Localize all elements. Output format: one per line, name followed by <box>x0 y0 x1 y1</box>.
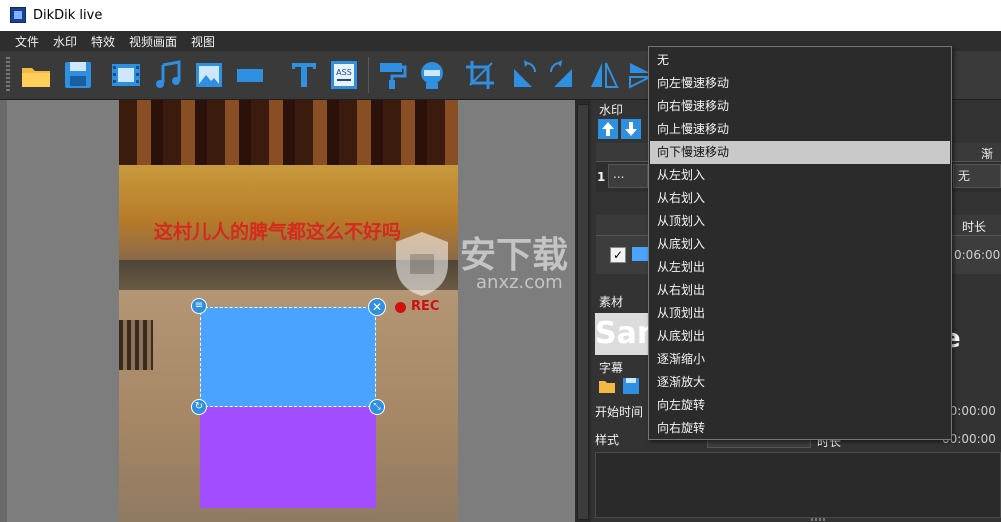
track-row-index: 1 <box>597 170 606 184</box>
panel-resize-grip[interactable] <box>811 518 825 521</box>
clip-duration-value: 0:06:000 <box>954 248 1001 262</box>
left-edge-panel <box>0 100 7 522</box>
dropdown-option[interactable]: 从右划出 <box>650 279 950 302</box>
subtitle-text-area[interactable] <box>595 452 1001 518</box>
clip-color-swatch <box>632 247 648 261</box>
dropdown-option[interactable]: 从底划出 <box>650 325 950 348</box>
subtitle-open-folder-icon[interactable] <box>598 377 616 395</box>
window-title: DikDik live <box>33 8 103 23</box>
motion-effect-dropdown[interactable]: 无向左慢速移动 向右慢速移动 向上慢速移动 向下慢速移动 从左划入 从右划入 从顶划入 从底划… <box>648 46 952 440</box>
dropdown-option[interactable]: 向左慢速移动 <box>650 72 950 95</box>
flip-horizontal-icon[interactable] <box>588 59 620 91</box>
material-preview[interactable]: Sam <box>595 313 649 355</box>
shield-logo-icon <box>396 232 448 296</box>
purple-rectangle-overlay[interactable] <box>200 407 376 508</box>
subtitle-save-icon[interactable] <box>622 377 640 395</box>
dropdown-option[interactable]: 向上慢速移动 <box>650 118 950 141</box>
toolbar-grip[interactable] <box>6 57 10 93</box>
dropdown-option[interactable]: 无 <box>650 49 950 72</box>
close-handle-icon[interactable]: ✕ <box>368 298 386 316</box>
rotate-handle-icon[interactable]: ↻ <box>191 399 207 415</box>
clip-enabled-checkbox[interactable]: ✓ <box>610 247 626 263</box>
image-icon[interactable] <box>193 59 225 91</box>
menu-video-frame[interactable]: 视频画面 <box>129 33 177 50</box>
mask-icon[interactable] <box>416 59 448 91</box>
menu-effects[interactable]: 特效 <box>91 33 115 50</box>
rectangle-icon[interactable] <box>235 59 267 91</box>
dropdown-option[interactable]: 逐渐缩小 <box>650 348 950 371</box>
paint-roller-icon[interactable] <box>376 59 408 91</box>
dropdown-option[interactable]: 从左划出 <box>650 256 950 279</box>
dropdown-option[interactable]: 向右旋转 <box>650 417 950 440</box>
start-time-label: 开始时间 <box>595 405 644 419</box>
film-icon[interactable] <box>110 59 142 91</box>
menu-view[interactable]: 视图 <box>191 33 215 50</box>
dropdown-option[interactable]: 向左旋转 <box>650 394 950 417</box>
menu-watermark[interactable]: 水印 <box>53 33 77 50</box>
panel-splitter[interactable] <box>575 100 591 522</box>
subtitle-ass-icon[interactable]: ASS <box>328 59 360 91</box>
app-icon <box>10 7 26 23</box>
track-type-combo[interactable]: ... <box>608 164 648 188</box>
folder-open-icon[interactable] <box>20 59 52 91</box>
style-label: 样式 <box>595 433 620 447</box>
move-up-icon[interactable] <box>598 119 618 139</box>
dropdown-option[interactable]: 从左划入 <box>650 164 950 187</box>
menu-file[interactable]: 文件 <box>15 33 39 50</box>
text-icon[interactable] <box>288 59 320 91</box>
title-bar: DikDik live <box>0 0 1001 31</box>
video-roof-texture <box>119 100 458 165</box>
music-icon[interactable] <box>152 59 184 91</box>
video-window <box>119 320 153 370</box>
save-icon[interactable] <box>62 59 94 91</box>
duration-column-header: 时长 <box>962 220 987 234</box>
dropdown-option[interactable]: 向右慢速移动 <box>650 95 950 118</box>
rotate-right-icon[interactable] <box>548 59 580 91</box>
crop-icon[interactable] <box>464 59 496 91</box>
material-sample-text: Sam <box>595 316 649 351</box>
toolbar-separator <box>368 57 369 93</box>
dropdown-option[interactable]: 从右划入 <box>650 187 950 210</box>
video-caption: 这村儿人的脾气都这么不好吗 <box>154 221 402 243</box>
menu-handle-icon[interactable]: ≡ <box>191 298 207 314</box>
blue-rectangle-overlay[interactable] <box>200 307 376 407</box>
dropdown-option[interactable]: 从顶划入 <box>650 210 950 233</box>
fade-combo[interactable]: 无 <box>953 164 1001 188</box>
move-down-icon[interactable] <box>621 119 641 139</box>
site-watermark: 安下载 anxz.com <box>392 226 602 306</box>
watermark-section-label: 水印 <box>599 103 624 117</box>
video-preview[interactable]: 这村儿人的脾气都这么不好吗 ≡ ✕ ↻ ⤡ REC <box>119 100 458 522</box>
subtitle-section-label: 字幕 <box>599 361 624 375</box>
watermark-subtext: anxz.com <box>476 272 563 293</box>
material-section-label: 素材 <box>599 295 624 309</box>
svg-text:ASS: ASS <box>336 68 352 77</box>
dropdown-option[interactable]: 向下慢速移动 <box>650 141 950 164</box>
dropdown-option[interactable]: 从顶划出 <box>650 302 950 325</box>
rotate-left-icon[interactable] <box>506 59 538 91</box>
resize-handle-icon[interactable]: ⤡ <box>369 399 385 415</box>
watermark-text: 安下载 <box>460 235 569 276</box>
dropdown-option[interactable]: 逐渐放大 <box>650 371 950 394</box>
dropdown-option[interactable]: 从底划入 <box>650 233 950 256</box>
